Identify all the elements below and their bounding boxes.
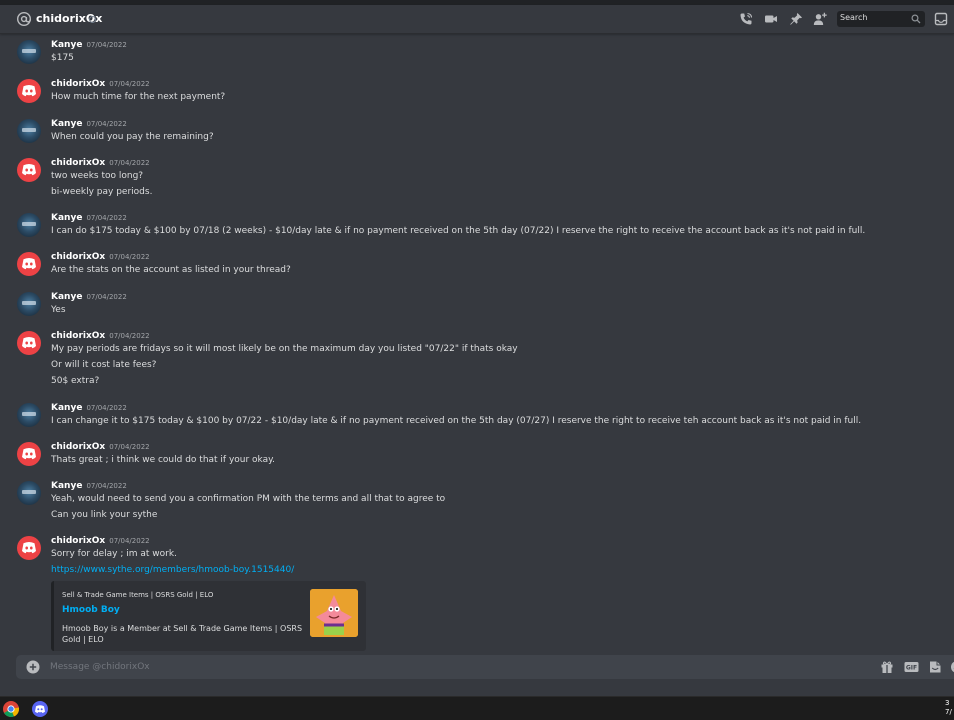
- add-friends-to-dm-icon[interactable]: [813, 12, 827, 26]
- message-author[interactable]: Kanye 07/04/2022: [51, 119, 127, 129]
- video-call-icon[interactable]: [764, 12, 778, 26]
- message-list[interactable]: Kanye 07/04/2022 $175 chidorixOx 07/04/2022 H…: [0, 34, 954, 654]
- embed-thumbnail[interactable]: [310, 589, 358, 637]
- author-name[interactable]: Kanye: [51, 213, 82, 223]
- author-name[interactable]: chidorixOx: [51, 331, 105, 341]
- message-timestamp: 07/04/2022: [109, 80, 150, 88]
- author-name[interactable]: Kanye: [51, 481, 82, 491]
- search-placeholder: Search: [840, 13, 868, 22]
- author-name[interactable]: Kanye: [51, 119, 82, 129]
- taskbar-clock[interactable]: 3 7/: [945, 699, 954, 717]
- kanye-avatar[interactable]: [17, 119, 41, 143]
- message-text: Yeah, would need to send you a confirmat…: [51, 494, 446, 504]
- message-text: $175: [51, 53, 74, 63]
- message-text: 50$ extra?: [51, 376, 100, 386]
- message-text: two weeks too long?: [51, 171, 144, 181]
- message-timestamp: 07/04/2022: [86, 404, 127, 412]
- os-taskbar: 3 7/: [0, 696, 954, 720]
- discord-taskbar-icon[interactable]: [31, 700, 49, 718]
- message-text: My pay periods are fridays so it will mo…: [51, 344, 518, 354]
- message-author[interactable]: Kanye 07/04/2022: [51, 403, 127, 413]
- sticker-picker-icon[interactable]: [928, 660, 942, 674]
- message-author[interactable]: chidorixOx 07/04/2022: [51, 331, 150, 341]
- inbox-icon[interactable]: [934, 12, 948, 26]
- svg-text:GIF: GIF: [906, 665, 917, 672]
- clock-line-1: 3: [945, 699, 950, 707]
- message-author[interactable]: Kanye 07/04/2022: [51, 40, 127, 50]
- author-name[interactable]: chidorixOx: [51, 158, 105, 168]
- embed-description: Hmoob Boy is a Member at Sell & Trade Ga…: [62, 624, 303, 644]
- offline-status-icon: [89, 16, 96, 23]
- message-timestamp: 07/04/2022: [86, 482, 127, 490]
- message-text: Sorry for delay ; im at work.: [51, 549, 177, 559]
- message-author[interactable]: chidorixOx 07/04/2022: [51, 158, 150, 168]
- author-name[interactable]: chidorixOx: [51, 442, 105, 452]
- patrick-thumbnail-icon: [310, 589, 358, 637]
- search-bar[interactable]: Search: [837, 11, 925, 27]
- message-input[interactable]: [50, 655, 830, 679]
- at-sign-icon: [16, 11, 32, 27]
- kanye-avatar[interactable]: [17, 403, 41, 427]
- kanye-avatar[interactable]: [17, 481, 41, 505]
- emoji-picker-icon[interactable]: [950, 660, 954, 674]
- kanye-avatar[interactable]: [17, 213, 41, 237]
- message-text: I can change it to $175 today & $100 by …: [51, 416, 862, 426]
- link-embed: Sell & Trade Game Items | OSRS Gold | EL…: [51, 581, 366, 651]
- discord-default-avatar[interactable]: [17, 158, 41, 182]
- message-timestamp: 07/04/2022: [109, 332, 150, 340]
- message-timestamp: 07/04/2022: [109, 537, 150, 545]
- discord-default-avatar[interactable]: [17, 442, 41, 466]
- discord-default-avatar[interactable]: [17, 536, 41, 560]
- author-name[interactable]: chidorixOx: [51, 79, 105, 89]
- message-text: Can you link your sythe: [51, 510, 158, 520]
- message-text: bi-weekly pay periods.: [51, 187, 153, 197]
- message-author[interactable]: chidorixOx 07/04/2022: [51, 442, 150, 452]
- gif-picker-icon[interactable]: GIF: [904, 660, 919, 674]
- message-text: I can do $175 today & $100 by 07/18 (2 w…: [51, 226, 866, 236]
- author-name[interactable]: chidorixOx: [51, 536, 105, 546]
- message-text: Are the stats on the account as listed i…: [51, 265, 291, 275]
- message-timestamp: 07/04/2022: [86, 41, 127, 49]
- message-timestamp: 07/04/2022: [109, 159, 150, 167]
- message-timestamp: 07/04/2022: [86, 293, 127, 301]
- message-author[interactable]: Kanye 07/04/2022: [51, 213, 127, 223]
- message-link[interactable]: https://www.sythe.org/members/hmoob-boy.…: [51, 565, 294, 575]
- message-author[interactable]: Kanye 07/04/2022: [51, 481, 127, 491]
- message-composer: GIF: [16, 655, 954, 679]
- message-text: When could you pay the remaining?: [51, 132, 214, 142]
- search-icon: [911, 14, 921, 24]
- message-text: How much time for the next payment?: [51, 92, 226, 102]
- window-bottom-area: [0, 679, 954, 696]
- clock-line-2: 7/: [945, 708, 952, 716]
- message-text: Thats great ; i think we could do that i…: [51, 455, 276, 465]
- discord-default-avatar[interactable]: [17, 79, 41, 103]
- embed-title-link[interactable]: Hmoob Boy: [62, 605, 120, 615]
- message-timestamp: 07/04/2022: [109, 443, 150, 451]
- author-name[interactable]: Kanye: [51, 403, 82, 413]
- author-name[interactable]: Kanye: [51, 40, 82, 50]
- add-attachment-icon[interactable]: [26, 660, 40, 674]
- dm-header: chidorixOx Search: [0, 5, 954, 34]
- discord-default-avatar[interactable]: [17, 331, 41, 355]
- message-author[interactable]: chidorixOx 07/04/2022: [51, 536, 150, 546]
- message-author[interactable]: chidorixOx 07/04/2022: [51, 79, 150, 89]
- author-name[interactable]: chidorixOx: [51, 252, 105, 262]
- author-name[interactable]: Kanye: [51, 292, 82, 302]
- chrome-icon[interactable]: [2, 700, 20, 718]
- discord-default-avatar[interactable]: [17, 252, 41, 276]
- kanye-avatar[interactable]: [17, 292, 41, 316]
- message-author[interactable]: chidorixOx 07/04/2022: [51, 252, 150, 262]
- pinned-messages-icon[interactable]: [789, 12, 803, 26]
- kanye-avatar[interactable]: [17, 40, 41, 64]
- gift-icon[interactable]: [880, 660, 894, 674]
- voice-call-icon[interactable]: [739, 12, 753, 26]
- embed-site-name: Sell & Trade Game Items | OSRS Gold | EL…: [62, 591, 214, 599]
- message-text: Yes: [51, 305, 66, 315]
- message-timestamp: 07/04/2022: [86, 214, 127, 222]
- discord-window: chidorixOx Search Kanye 07/04/2022 $175 …: [0, 0, 954, 720]
- message-timestamp: 07/04/2022: [109, 253, 150, 261]
- message-text: Or will it cost late fees?: [51, 360, 157, 370]
- message-timestamp: 07/04/2022: [86, 120, 127, 128]
- message-author[interactable]: Kanye 07/04/2022: [51, 292, 127, 302]
